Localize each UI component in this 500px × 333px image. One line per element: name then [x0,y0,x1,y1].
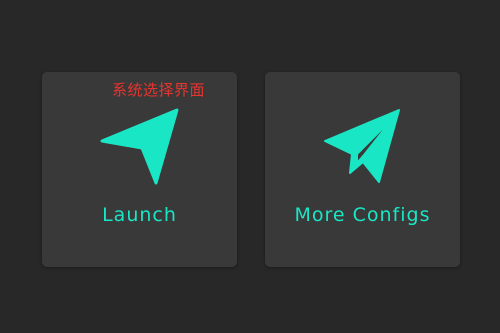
more-configs-label: More Configs [294,204,431,226]
launch-label: Launch [102,204,177,226]
caption-text: 系统选择界面 [112,81,206,99]
navigation-arrow-icon [100,108,178,185]
more-configs-card[interactable]: More Configs [265,72,460,267]
launch-card[interactable]: Launch [42,72,237,267]
paper-plane-icon [323,109,400,183]
